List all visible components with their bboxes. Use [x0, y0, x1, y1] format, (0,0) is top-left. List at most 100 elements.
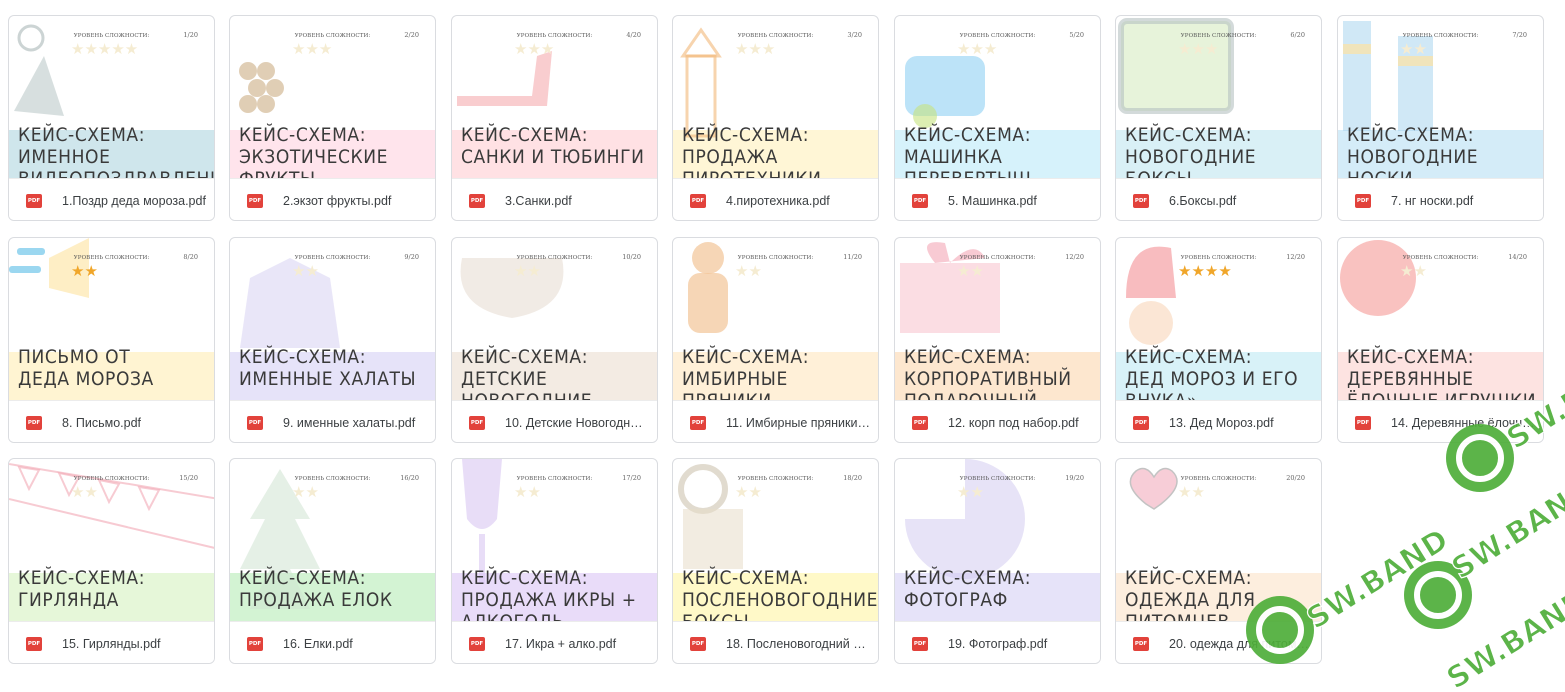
file-footer[interactable]: PDF 1.Поздр деда мороза.pdf [9, 178, 214, 220]
file-name[interactable]: 14. Деревянные ёлочные игрушки.pdf [1391, 416, 1535, 430]
file-card[interactable]: УРОВЕНЬ СЛОЖНОСТИ: 9/20 ★★ кейс-схема: имен… [229, 237, 436, 443]
file-name[interactable]: 4.пиротехника.pdf [726, 194, 870, 208]
file-footer[interactable]: PDF 13. Дед Мороз.pdf [1116, 400, 1321, 442]
file-card[interactable]: УРОВЕНЬ СЛОЖНОСТИ: 5/20 ★★★ кейс-схема: маш… [894, 15, 1101, 221]
file-footer[interactable]: PDF 5. Машинка.pdf [895, 178, 1100, 220]
file-name[interactable]: 20. одежда для питомцев.pdf [1169, 637, 1313, 651]
file-card[interactable]: УРОВЕНЬ СЛОЖНОСТИ: 12/20 ★★ кейс-схема: кор… [894, 237, 1101, 443]
pdf-file-icon: PDF [690, 637, 706, 651]
file-thumbnail[interactable]: УРОВЕНЬ СЛОЖНОСТИ: 19/20 ★★ кейс-схема: фот… [895, 459, 1100, 621]
page-number: 10/20 [622, 253, 641, 261]
file-card[interactable]: УРОВЕНЬ СЛОЖНОСТИ: 19/20 ★★ кейс-схема: фот… [894, 458, 1101, 664]
file-footer[interactable]: PDF 10. Детские Новогодние костюмы.pdf [452, 400, 657, 442]
file-thumbnail[interactable]: УРОВЕНЬ СЛОЖНОСТИ: 18/20 ★★ кейс-схема: пос… [673, 459, 878, 621]
file-name[interactable]: 8. Письмо.pdf [62, 416, 206, 430]
card-title: кейс-схема: машинка перевертыш [904, 124, 1032, 178]
file-footer[interactable]: PDF 20. одежда для питомцев.pdf [1116, 621, 1321, 663]
file-footer[interactable]: PDF 8. Письмо.pdf [9, 400, 214, 442]
difficulty-stars: ★★ [71, 484, 98, 501]
file-thumbnail[interactable]: УРОВЕНЬ СЛОЖНОСТИ: 12/20 ★★★★ кейс-схема: д… [1116, 238, 1321, 400]
file-name[interactable]: 5. Машинка.pdf [948, 194, 1092, 208]
file-card[interactable]: УРОВЕНЬ СЛОЖНОСТИ: 8/20 ★★ письмо от деда м… [8, 237, 215, 443]
page-number: 5/20 [1069, 31, 1084, 39]
difficulty-stars: ★★★★ [1178, 263, 1232, 280]
card-title: кейс-схема: корпоративный подарочный наб… [904, 346, 1072, 400]
file-footer[interactable]: PDF 17. Икра + алко.pdf [452, 621, 657, 663]
file-card[interactable]: УРОВЕНЬ СЛОЖНОСТИ: 10/20 ★★ кейс-схема: дет… [451, 237, 658, 443]
file-grid: УРОВЕНЬ СЛОЖНОСТИ: 1/20 ★★★★★ кейс-схема: и… [8, 15, 1548, 675]
file-thumbnail[interactable]: УРОВЕНЬ СЛОЖНОСТИ: 7/20 ★★ кейс-схема: ново… [1338, 16, 1543, 178]
file-footer[interactable]: PDF 6.Боксы.pdf [1116, 178, 1321, 220]
file-thumbnail[interactable]: УРОВЕНЬ СЛОЖНОСТИ: 8/20 ★★ письмо от деда м… [9, 238, 214, 400]
file-name[interactable]: 18. Посленовогодний бокс.pdf [726, 637, 870, 651]
file-thumbnail[interactable]: УРОВЕНЬ СЛОЖНОСТИ: 12/20 ★★ кейс-схема: кор… [895, 238, 1100, 400]
file-footer[interactable]: PDF 19. Фотограф.pdf [895, 621, 1100, 663]
file-footer[interactable]: PDF 3.Санки.pdf [452, 178, 657, 220]
file-card[interactable]: УРОВЕНЬ СЛОЖНОСТИ: 20/20 ★★ кейс-схема: оде… [1115, 458, 1322, 664]
file-name[interactable]: 13. Дед Мороз.pdf [1169, 416, 1313, 430]
file-name[interactable]: 2.экзот фрукты.pdf [283, 194, 427, 208]
pdf-file-icon: PDF [912, 416, 928, 430]
file-footer[interactable]: PDF 14. Деревянные ёлочные игрушки.pdf [1338, 400, 1543, 442]
file-thumbnail[interactable]: УРОВЕНЬ СЛОЖНОСТИ: 20/20 ★★ кейс-схема: оде… [1116, 459, 1321, 621]
file-card[interactable]: УРОВЕНЬ СЛОЖНОСТИ: 2/20 ★★★ кейс-схема: экз… [229, 15, 436, 221]
file-name[interactable]: 7. нг носки.pdf [1391, 194, 1535, 208]
file-footer[interactable]: PDF 9. именные халаты.pdf [230, 400, 435, 442]
file-name[interactable]: 10. Детские Новогодние костюмы.pdf [505, 416, 649, 430]
file-name[interactable]: 3.Санки.pdf [505, 194, 649, 208]
file-name[interactable]: 6.Боксы.pdf [1169, 194, 1313, 208]
file-thumbnail[interactable]: УРОВЕНЬ СЛОЖНОСТИ: 11/20 ★★ кейс-схема: имб… [673, 238, 878, 400]
file-footer[interactable]: PDF 2.экзот фрукты.pdf [230, 178, 435, 220]
file-card[interactable]: УРОВЕНЬ СЛОЖНОСТИ: 11/20 ★★ кейс-схема: имб… [672, 237, 879, 443]
page-number: 6/20 [1290, 31, 1305, 39]
file-name[interactable]: 19. Фотограф.pdf [948, 637, 1092, 651]
file-card[interactable]: УРОВЕНЬ СЛОЖНОСТИ: 17/20 ★★ кейс-схема: про… [451, 458, 658, 664]
file-name[interactable]: 12. корп под набор.pdf [948, 416, 1092, 430]
file-thumbnail[interactable]: УРОВЕНЬ СЛОЖНОСТИ: 10/20 ★★ кейс-схема: дет… [452, 238, 657, 400]
file-footer[interactable]: PDF 12. корп под набор.pdf [895, 400, 1100, 442]
file-thumbnail[interactable]: УРОВЕНЬ СЛОЖНОСТИ: 2/20 ★★★ кейс-схема: экз… [230, 16, 435, 178]
file-name[interactable]: 9. именные халаты.pdf [283, 416, 427, 430]
file-footer[interactable]: PDF 7. нг носки.pdf [1338, 178, 1543, 220]
file-card[interactable]: УРОВЕНЬ СЛОЖНОСТИ: 14/20 ★★ кейс-схема: дер… [1337, 237, 1544, 443]
file-footer[interactable]: PDF 16. Елки.pdf [230, 621, 435, 663]
file-thumbnail[interactable]: УРОВЕНЬ СЛОЖНОСТИ: 17/20 ★★ кейс-схема: про… [452, 459, 657, 621]
file-footer[interactable]: PDF 11. Имбирные пряники.pdf [673, 400, 878, 442]
file-thumbnail[interactable]: УРОВЕНЬ СЛОЖНОСТИ: 3/20 ★★★ кейс-схема: про… [673, 16, 878, 178]
file-card[interactable]: УРОВЕНЬ СЛОЖНОСТИ: 4/20 ★★★ кейс-схема: сан… [451, 15, 658, 221]
file-card[interactable]: УРОВЕНЬ СЛОЖНОСТИ: 3/20 ★★★ кейс-схема: про… [672, 15, 879, 221]
file-thumbnail[interactable]: УРОВЕНЬ СЛОЖНОСТИ: 9/20 ★★ кейс-схема: имен… [230, 238, 435, 400]
file-card[interactable]: УРОВЕНЬ СЛОЖНОСТИ: 7/20 ★★ кейс-схема: ново… [1337, 15, 1544, 221]
file-thumbnail[interactable]: УРОВЕНЬ СЛОЖНОСТИ: 5/20 ★★★ кейс-схема: маш… [895, 16, 1100, 178]
page-number: 7/20 [1512, 31, 1527, 39]
card-title: кейс-схема: именные халаты [239, 346, 417, 390]
difficulty-stars: ★★ [1400, 41, 1427, 58]
file-card[interactable]: УРОВЕНЬ СЛОЖНОСТИ: 1/20 ★★★★★ кейс-схема: и… [8, 15, 215, 221]
file-name[interactable]: 11. Имбирные пряники.pdf [726, 416, 870, 430]
file-thumbnail[interactable]: УРОВЕНЬ СЛОЖНОСТИ: 15/20 ★★ кейс-схема: гир… [9, 459, 214, 621]
file-footer[interactable]: PDF 4.пиротехника.pdf [673, 178, 878, 220]
file-thumbnail[interactable]: УРОВЕНЬ СЛОЖНОСТИ: 4/20 ★★★ кейс-схема: сан… [452, 16, 657, 178]
file-card[interactable]: УРОВЕНЬ СЛОЖНОСТИ: 15/20 ★★ кейс-схема: гир… [8, 458, 215, 664]
file-footer[interactable]: PDF 18. Посленовогодний бокс.pdf [673, 621, 878, 663]
file-footer[interactable]: PDF 15. Гирлянды.pdf [9, 621, 214, 663]
file-name[interactable]: 16. Елки.pdf [283, 637, 427, 651]
pdf-file-icon: PDF [1133, 637, 1149, 651]
file-card[interactable]: УРОВЕНЬ СЛОЖНОСТИ: 12/20 ★★★★ кейс-схема: д… [1115, 237, 1322, 443]
file-thumbnail[interactable]: УРОВЕНЬ СЛОЖНОСТИ: 16/20 ★★ кейс-схема: про… [230, 459, 435, 621]
difficulty-stars: ★★ [514, 484, 541, 501]
file-name[interactable]: 15. Гирлянды.pdf [62, 637, 206, 651]
file-thumbnail[interactable]: УРОВЕНЬ СЛОЖНОСТИ: 1/20 ★★★★★ кейс-схема: и… [9, 16, 214, 178]
file-card[interactable]: УРОВЕНЬ СЛОЖНОСТИ: 6/20 ★★★ кейс-схема: нов… [1115, 15, 1322, 221]
file-name[interactable]: 17. Икра + алко.pdf [505, 637, 649, 651]
file-thumbnail[interactable]: УРОВЕНЬ СЛОЖНОСТИ: 6/20 ★★★ кейс-схема: нов… [1116, 16, 1321, 178]
page-number: 2/20 [404, 31, 419, 39]
page-number: 11/20 [843, 253, 862, 261]
difficulty-stars: ★★★★★ [71, 41, 139, 58]
pdf-file-icon: PDF [26, 416, 42, 430]
file-card[interactable]: УРОВЕНЬ СЛОЖНОСТИ: 18/20 ★★ кейс-схема: пос… [672, 458, 879, 664]
file-thumbnail[interactable]: УРОВЕНЬ СЛОЖНОСТИ: 14/20 ★★ кейс-схема: дер… [1338, 238, 1543, 400]
page-number: 14/20 [1508, 253, 1527, 261]
file-name[interactable]: 1.Поздр деда мороза.pdf [62, 194, 206, 208]
file-card[interactable]: УРОВЕНЬ СЛОЖНОСТИ: 16/20 ★★ кейс-схема: про… [229, 458, 436, 664]
